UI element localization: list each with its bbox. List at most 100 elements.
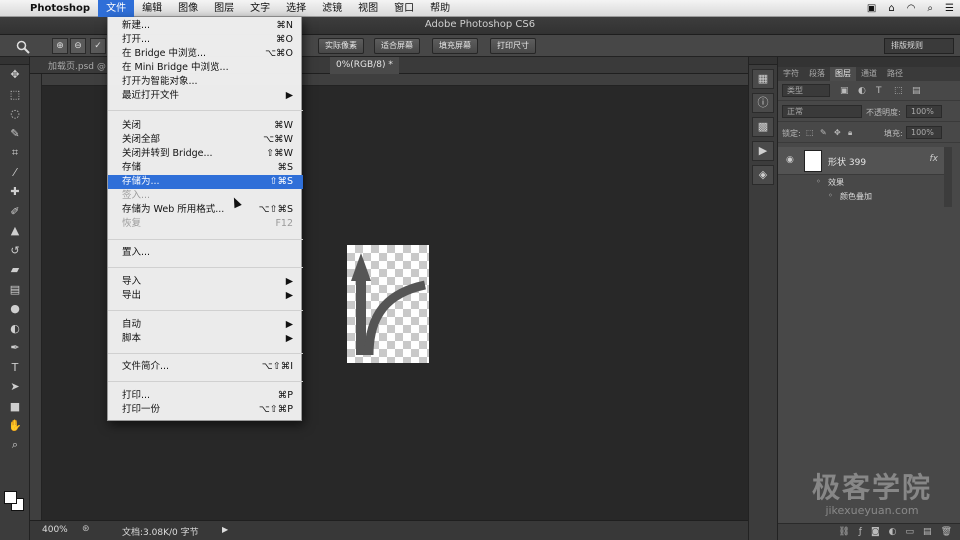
menu-item-scripts[interactable]: 脚本 ▶: [108, 332, 303, 346]
menu-item-open-smart-object[interactable]: 打开为智能对象...: [108, 75, 303, 89]
menu-window[interactable]: 窗口: [386, 0, 422, 17]
fill-input[interactable]: 100%: [906, 126, 942, 139]
menu-item-print[interactable]: 打印... ⌘P: [108, 389, 303, 403]
menu-item-browse-bridge[interactable]: 在 Bridge 中浏览... ⌥⌘O: [108, 47, 303, 61]
layers-scrollbar[interactable]: [944, 147, 952, 207]
menu-item-close-go-bridge[interactable]: 关闭并转到 Bridge... ⇧⌘W: [108, 147, 303, 161]
panel-grip[interactable]: [778, 57, 960, 67]
dodge-tool-icon[interactable]: ◐: [0, 319, 30, 339]
search-icon[interactable]: ⌕: [927, 3, 933, 14]
tab-channels[interactable]: 通道: [856, 67, 882, 81]
menu-item-print-one[interactable]: 打印一份 ⌥⇧⌘P: [108, 403, 303, 417]
history-brush-tool-icon[interactable]: ↺: [0, 241, 30, 261]
menu-item-save-for-web[interactable]: 存储为 Web 所用格式... ⌥⇧⌘S: [108, 203, 303, 217]
effect-item-row[interactable]: ◦ 颜色叠加: [778, 190, 944, 204]
stamp-tool-icon[interactable]: ▲: [0, 221, 30, 241]
lock-image-icon[interactable]: ✎: [820, 128, 827, 137]
layer-thumbnail[interactable]: [804, 150, 822, 172]
blend-mode-select[interactable]: 正常: [782, 105, 862, 118]
menu-item-close[interactable]: 关闭 ⌘W: [108, 119, 303, 133]
filter-pixel-icon[interactable]: ▣: [840, 86, 849, 96]
workspace-select[interactable]: 排版规则: [884, 38, 954, 54]
hand-tool-icon[interactable]: ✋: [0, 416, 30, 436]
lasso-tool-icon[interactable]: ◌: [0, 104, 30, 124]
brush-tool-icon[interactable]: ✐: [0, 202, 30, 222]
menu-view[interactable]: 视图: [350, 0, 386, 17]
vertical-ruler[interactable]: [30, 74, 42, 520]
menu-item-close-all[interactable]: 关闭全部 ⌥⌘W: [108, 133, 303, 147]
menu-item-save[interactable]: 存储 ⌘S: [108, 161, 303, 175]
menu-item-save-as[interactable]: 存储为... ⇧⌘S: [108, 175, 303, 189]
effects-row[interactable]: ◦ 效果: [778, 176, 944, 190]
layer-row[interactable]: ◉ 形状 399 fx: [778, 147, 944, 175]
new-layer-icon[interactable]: ▤: [923, 527, 932, 537]
lock-transparent-icon[interactable]: ⬚: [806, 128, 814, 137]
zoom-level[interactable]: 400%: [42, 525, 68, 535]
layer-filter-select[interactable]: 类型: [782, 84, 830, 97]
menu-image[interactable]: 图像: [170, 0, 206, 17]
zoom-out-icon[interactable]: ⊖: [70, 38, 86, 54]
gradient-tool-icon[interactable]: ▤: [0, 280, 30, 300]
menu-file[interactable]: 文件: [98, 0, 135, 17]
tab-paths[interactable]: 路径: [882, 67, 908, 81]
zoom-tool-panel-icon[interactable]: ⌕: [0, 436, 30, 456]
menu-item-automate[interactable]: 自动 ▶: [108, 318, 303, 332]
add-mask-icon[interactable]: ◙: [871, 527, 880, 537]
blur-tool-icon[interactable]: ●: [0, 299, 30, 319]
pen-tool-icon[interactable]: ✒: [0, 338, 30, 358]
menu-edit[interactable]: 编辑: [134, 0, 170, 17]
zoom-in-icon[interactable]: ⊕: [52, 38, 68, 54]
menu-item-open[interactable]: 打开... ⌘O: [108, 33, 303, 47]
lock-all-icon[interactable]: 🔒︎: [848, 128, 852, 138]
link-layers-icon[interactable]: ⛓: [838, 527, 849, 537]
menu-help[interactable]: 帮助: [422, 0, 458, 17]
menu-item-import[interactable]: 导入 ▶: [108, 275, 303, 289]
delete-layer-icon[interactable]: 🗑︎: [941, 527, 952, 537]
tab-character[interactable]: 字符: [778, 67, 804, 81]
menu-filter[interactable]: 滤镜: [314, 0, 350, 17]
filter-type-icon[interactable]: T: [876, 86, 882, 96]
filter-adjustment-icon[interactable]: ◐: [858, 86, 866, 96]
actual-pixels-button[interactable]: 实际像素: [318, 38, 364, 54]
tools-grip[interactable]: [0, 57, 29, 65]
new-adjustment-icon[interactable]: ◐: [889, 527, 897, 537]
3d-panel-icon[interactable]: ◈: [752, 165, 774, 185]
lock-position-icon[interactable]: ✥: [834, 128, 841, 137]
quick-select-tool-icon[interactable]: ✎: [0, 124, 30, 144]
menu-layer[interactable]: 图层: [206, 0, 242, 17]
fit-screen-button[interactable]: 适合屏幕: [374, 38, 420, 54]
dock-grip[interactable]: [749, 57, 777, 65]
resize-windows-checkbox[interactable]: ✓: [90, 38, 106, 54]
healing-tool-icon[interactable]: ✚: [0, 182, 30, 202]
swatches-panel-icon[interactable]: ▩: [752, 117, 774, 137]
filter-smart-icon[interactable]: ▤: [912, 86, 921, 96]
type-tool-icon[interactable]: T: [0, 358, 30, 378]
lock-icon[interactable]: ⌂: [888, 3, 894, 14]
fx-icon[interactable]: fx: [930, 154, 939, 164]
effects-eye-icon[interactable]: ◦: [816, 177, 821, 186]
eyedropper-tool-icon[interactable]: ⁄: [0, 163, 30, 183]
opacity-input[interactable]: 100%: [906, 105, 942, 118]
shape-tool-icon[interactable]: ■: [0, 397, 30, 417]
document-canvas[interactable]: [347, 245, 429, 363]
foreground-color-swatch[interactable]: [4, 491, 17, 504]
history-panel-icon[interactable]: ▦: [752, 69, 774, 89]
menu-item-export[interactable]: 导出 ▶: [108, 289, 303, 303]
print-size-button[interactable]: 打印尺寸: [490, 38, 536, 54]
eraser-tool-icon[interactable]: ▰: [0, 260, 30, 280]
marquee-tool-icon[interactable]: ⬚: [0, 85, 30, 105]
menu-select[interactable]: 选择: [278, 0, 314, 17]
camera-icon[interactable]: ▣: [867, 3, 876, 14]
fill-screen-button[interactable]: 填充屏幕: [432, 38, 478, 54]
new-group-icon[interactable]: ▭: [906, 527, 915, 537]
tab-layers[interactable]: 图层: [830, 67, 856, 81]
menu-item-file-info[interactable]: 文件简介... ⌥⇧⌘I: [108, 360, 303, 374]
effect-eye-icon[interactable]: ◦: [828, 191, 833, 200]
eye-icon[interactable]: ◉: [786, 155, 794, 165]
actions-panel-icon[interactable]: ▶: [752, 141, 774, 161]
wifi-icon[interactable]: ◠: [907, 3, 916, 14]
menu-type[interactable]: 文字: [242, 0, 278, 17]
document-tab-active[interactable]: 0%(RGB/8) *: [330, 57, 399, 74]
menu-item-recent-files[interactable]: 最近打开文件 ▶: [108, 89, 303, 103]
list-icon[interactable]: ☰: [945, 3, 954, 14]
